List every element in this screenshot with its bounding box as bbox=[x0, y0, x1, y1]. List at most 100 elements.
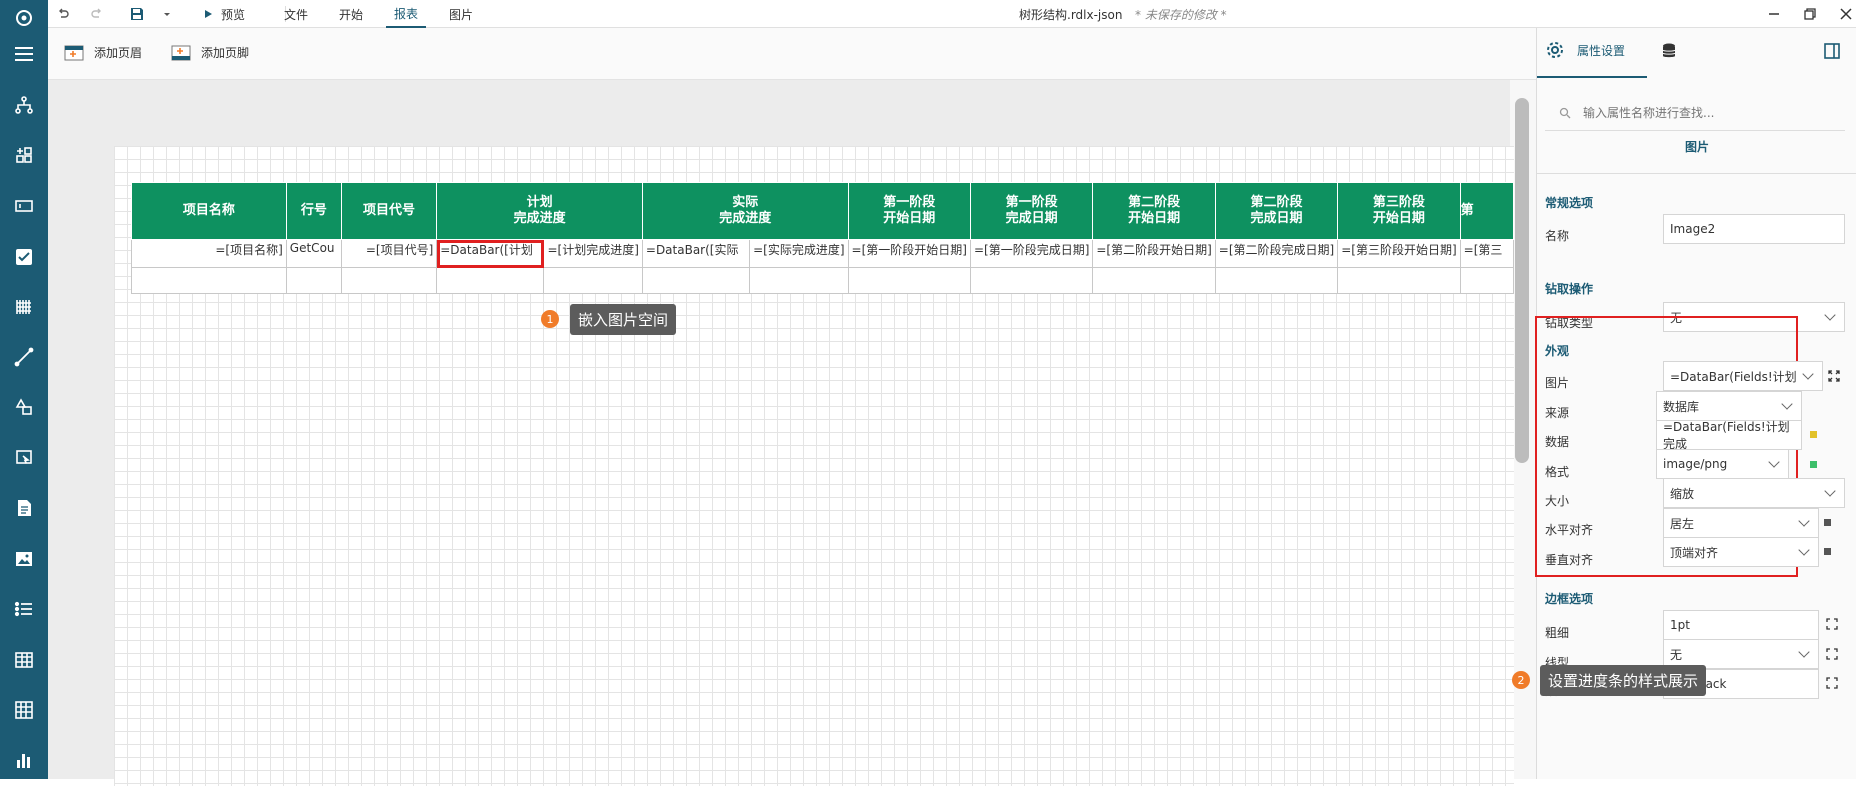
add-header-label: 添加页眉 bbox=[94, 46, 143, 60]
expression-indicator[interactable] bbox=[1810, 461, 1817, 468]
search-input[interactable] bbox=[1583, 106, 1833, 120]
checkbox-icon[interactable] bbox=[8, 241, 40, 273]
app-logo-icon bbox=[8, 2, 40, 34]
panel-collapse-icon[interactable] bbox=[1823, 42, 1841, 64]
textbox-icon[interactable] bbox=[8, 190, 40, 222]
table-cell[interactable] bbox=[749, 267, 849, 294]
save-dropdown-icon[interactable] bbox=[162, 0, 172, 28]
add-header-button[interactable]: 添加页眉 bbox=[64, 44, 142, 61]
format-select[interactable]: image/png bbox=[1656, 449, 1789, 479]
table-cell[interactable]: =[计划完成进度] bbox=[543, 239, 643, 268]
header-cell[interactable]: 第二阶段 开始日期 bbox=[1092, 182, 1216, 240]
line-icon[interactable] bbox=[8, 341, 40, 373]
border-weight-input[interactable]: 1pt bbox=[1663, 610, 1819, 640]
pointer-icon[interactable] bbox=[8, 442, 40, 474]
expand-icon[interactable] bbox=[1826, 618, 1838, 634]
table-cell[interactable]: =[项目代号] bbox=[340, 239, 438, 268]
table-cell[interactable]: =[第一阶段完成日期] bbox=[969, 239, 1094, 268]
restore-icon[interactable] bbox=[1804, 0, 1816, 28]
matrix-icon[interactable] bbox=[8, 694, 40, 726]
header-cell[interactable]: 第一阶段 开始日期 bbox=[847, 182, 971, 240]
menu-report[interactable]: 报表 bbox=[386, 0, 427, 28]
shape-icon[interactable] bbox=[8, 391, 40, 423]
report-page[interactable]: 项目名称 行号 项目代号 计划 完成进度 实际 完成进度 第一阶段 开始日期 第… bbox=[114, 146, 1514, 786]
table-cell[interactable]: =DataBar([实际 bbox=[641, 239, 751, 268]
step-badge-2: 2 bbox=[1512, 671, 1530, 689]
table-cell[interactable] bbox=[1214, 267, 1339, 294]
undo-icon[interactable] bbox=[56, 0, 70, 28]
section-general[interactable]: 常规选项 bbox=[1545, 194, 1593, 211]
redo-icon[interactable] bbox=[90, 0, 104, 28]
table-cell[interactable] bbox=[641, 267, 751, 294]
barcode-icon[interactable] bbox=[8, 291, 40, 323]
hamburger-menu-icon[interactable] bbox=[8, 38, 40, 70]
image-icon[interactable] bbox=[8, 543, 40, 575]
header-cell[interactable]: 第一阶段 完成日期 bbox=[969, 182, 1094, 240]
header-cell[interactable]: 行号 bbox=[285, 182, 342, 240]
table-cell[interactable]: =[第一阶段开始日期] bbox=[847, 239, 971, 268]
component-icon[interactable] bbox=[8, 139, 40, 171]
table-cell[interactable] bbox=[543, 267, 643, 294]
save-icon[interactable] bbox=[130, 0, 144, 28]
data-input[interactable]: =DataBar(Fields!计划完成 bbox=[1656, 420, 1802, 451]
add-footer-button[interactable]: 添加页脚 bbox=[171, 44, 249, 61]
header-cell[interactable]: 实际 完成进度 bbox=[641, 182, 849, 240]
table-cell[interactable]: =[实际完成进度] bbox=[749, 239, 849, 268]
close-icon[interactable] bbox=[1840, 0, 1852, 28]
table-cell[interactable] bbox=[131, 267, 287, 294]
tab-data[interactable] bbox=[1660, 42, 1678, 64]
image-select[interactable]: =DataBar(Fields!计划 bbox=[1663, 361, 1823, 391]
header-cell[interactable]: 第 bbox=[1459, 182, 1514, 240]
name-input[interactable]: Image2 bbox=[1663, 214, 1845, 244]
expand-icon[interactable] bbox=[1826, 677, 1838, 693]
preview-button[interactable]: 预览 bbox=[203, 0, 245, 28]
table-cell[interactable]: =[第二阶段完成日期] bbox=[1214, 239, 1339, 268]
header-cell[interactable]: 第三阶段 开始日期 bbox=[1337, 182, 1461, 240]
section-drill[interactable]: 钻取操作 bbox=[1545, 280, 1593, 297]
header-cell[interactable]: 项目名称 bbox=[131, 182, 287, 240]
source-select[interactable]: 数据库 bbox=[1656, 391, 1802, 421]
format-value: image/png bbox=[1663, 457, 1728, 471]
table-cell[interactable]: GetCou bbox=[285, 239, 342, 268]
header-cell[interactable]: 项目代号 bbox=[340, 182, 438, 240]
property-search[interactable] bbox=[1545, 98, 1845, 128]
table-cell[interactable] bbox=[285, 267, 342, 294]
size-select[interactable]: 缩放 bbox=[1663, 478, 1845, 508]
expression-indicator[interactable] bbox=[1824, 519, 1831, 526]
valign-select[interactable]: 顶端对齐 bbox=[1663, 537, 1819, 567]
table-cell[interactable]: =[项目名称] bbox=[131, 239, 287, 268]
menu-file[interactable]: 文件 bbox=[284, 0, 308, 28]
chevron-down-icon bbox=[1824, 485, 1836, 497]
table-cell[interactable] bbox=[1459, 267, 1514, 294]
table-cell[interactable]: =[第三阶段开始日期] bbox=[1337, 239, 1461, 268]
section-appearance[interactable]: 外观 bbox=[1545, 342, 1569, 359]
expand-icon[interactable] bbox=[1828, 370, 1840, 386]
selected-image-cell[interactable]: =DataBar([计划 bbox=[436, 239, 545, 268]
expression-indicator[interactable] bbox=[1810, 431, 1817, 438]
table-cell[interactable] bbox=[340, 267, 438, 294]
header-cell[interactable]: 计划 完成进度 bbox=[436, 182, 643, 240]
section-border[interactable]: 边框选项 bbox=[1545, 590, 1593, 607]
scrollbar-thumb[interactable] bbox=[1515, 98, 1529, 463]
menu-start[interactable]: 开始 bbox=[339, 0, 363, 28]
expression-indicator[interactable] bbox=[1824, 548, 1831, 555]
minimize-icon[interactable] bbox=[1768, 0, 1780, 28]
chart-icon[interactable] bbox=[8, 744, 40, 776]
list-icon[interactable] bbox=[8, 593, 40, 625]
table-cell[interactable] bbox=[847, 267, 971, 294]
menu-image[interactable]: 图片 bbox=[449, 0, 473, 28]
report-table[interactable]: 项目名称 行号 项目代号 计划 完成进度 实际 完成进度 第一阶段 开始日期 第… bbox=[131, 182, 1514, 294]
table-cell[interactable] bbox=[1092, 267, 1216, 294]
header-cell[interactable]: 第二阶段 完成日期 bbox=[1214, 182, 1339, 240]
table-icon[interactable] bbox=[8, 644, 40, 676]
table-cell[interactable] bbox=[1337, 267, 1461, 294]
tab-properties[interactable]: 属性设置 bbox=[1545, 40, 1625, 60]
tree-structure-icon[interactable] bbox=[8, 89, 40, 121]
table-cell[interactable]: =[第三 bbox=[1459, 239, 1514, 268]
table-cell[interactable]: =[第二阶段开始日期] bbox=[1092, 239, 1216, 268]
expand-icon[interactable] bbox=[1826, 648, 1838, 664]
table-cell[interactable] bbox=[969, 267, 1094, 294]
halign-select[interactable]: 居左 bbox=[1663, 508, 1819, 538]
table-cell[interactable] bbox=[436, 267, 545, 294]
document-icon[interactable] bbox=[8, 492, 40, 524]
